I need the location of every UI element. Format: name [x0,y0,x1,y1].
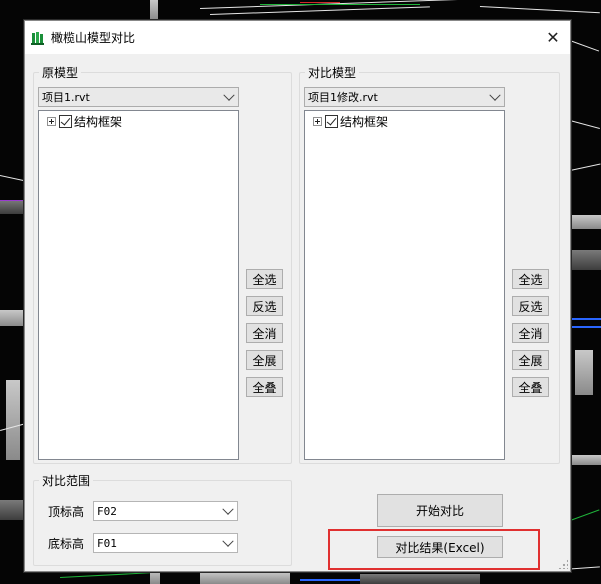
original-collapse-all-button[interactable]: 全叠 [246,377,283,397]
tree-node-structural-framing: 结构框架 [47,113,122,130]
cad-column [575,350,593,395]
button-label: 反选 [518,299,543,314]
cad-beam [570,215,601,229]
button-label: 全消 [518,326,543,341]
cad-line [210,6,430,15]
button-label: 全叠 [252,380,277,395]
cad-column [150,570,160,584]
cad-column [6,380,20,460]
cad-beam [360,574,480,584]
compare-collapse-all-button[interactable]: 全叠 [512,377,549,397]
original-model-tree[interactable]: 结构框架 [38,110,239,460]
original-invert-selection-button[interactable]: 反选 [246,296,283,316]
cad-column [150,0,158,20]
expand-icon[interactable] [47,117,56,126]
cad-line [60,572,150,578]
cad-beam [0,310,24,326]
chevron-down-icon [489,89,501,101]
top-level-value: F02 [97,504,117,518]
cad-line [300,579,360,581]
close-button[interactable]: ✕ [536,21,570,54]
expand-icon[interactable] [313,117,322,126]
cad-line [0,175,24,181]
original-model-file-select[interactable]: 项目1.rvt [38,87,239,107]
cad-line [479,6,600,14]
tree-node-structural-framing: 结构框架 [313,113,388,130]
chevron-down-icon [222,535,234,547]
chevron-down-icon [222,503,234,515]
cad-line [0,200,24,201]
original-deselect-all-button[interactable]: 全消 [246,323,283,343]
cad-beam [200,572,290,584]
title-bar: 橄榄山模型对比 ✕ [25,21,570,54]
button-label: 全消 [252,326,277,341]
cad-line [570,509,600,521]
top-level-select[interactable]: F02 [93,501,238,521]
compare-invert-selection-button[interactable]: 反选 [512,296,549,316]
highlight-annotation [328,529,540,570]
button-label: 全选 [252,272,277,287]
cad-beam [570,250,601,270]
resize-grip-icon[interactable] [558,559,568,569]
compare-model-file-value: 项目1修改.rvt [308,91,378,104]
cad-line [570,163,601,171]
cad-line [260,4,420,5]
original-expand-all-button[interactable]: 全展 [246,350,283,370]
cad-line [300,2,340,3]
original-model-label: 原模型 [39,64,82,81]
button-label: 开始对比 [415,504,464,518]
compare-expand-all-button[interactable]: 全展 [512,350,549,370]
tree-node-label: 结构框架 [340,115,389,129]
original-model-file-value: 项目1.rvt [42,91,90,104]
original-select-all-button[interactable]: 全选 [246,269,283,289]
compare-deselect-all-button[interactable]: 全消 [512,323,549,343]
compare-model-label: 对比模型 [305,64,360,81]
cad-line [570,318,601,320]
tree-node-label: 结构框架 [74,115,123,129]
compare-select-all-button[interactable]: 全选 [512,269,549,289]
bottom-level-select[interactable]: F01 [93,533,238,553]
button-label: 全展 [252,353,277,368]
close-icon: ✕ [546,28,560,47]
bottom-level-label: 底标高 [48,537,85,551]
cad-line [572,326,601,328]
button-label: 全叠 [518,380,543,395]
cad-line [569,120,600,129]
compare-model-file-select[interactable]: 项目1修改.rvt [304,87,505,107]
start-compare-button[interactable]: 开始对比 [377,494,503,527]
compare-model-tree[interactable]: 结构框架 [304,110,505,460]
button-label: 全展 [518,353,543,368]
tree-node-checkbox[interactable] [59,115,72,128]
chevron-down-icon [223,89,235,101]
cad-beam [570,455,601,465]
button-label: 全选 [518,272,543,287]
button-label: 反选 [252,299,277,314]
cad-column [0,500,24,520]
cad-line [569,40,600,52]
cad-beam [0,200,24,214]
tree-node-checkbox[interactable] [325,115,338,128]
compare-range-label: 对比范围 [39,472,94,489]
bottom-level-value: F01 [97,536,117,550]
compare-range-group: 对比范围 [33,472,292,566]
window-title: 橄榄山模型对比 [51,31,136,45]
top-level-label: 顶标高 [48,505,85,519]
app-logo-icon [31,31,45,45]
model-compare-dialog: 橄榄山模型对比 ✕ 原模型 项目1.rvt 结构框架 全选 反选 全消 全展 全… [24,20,571,572]
